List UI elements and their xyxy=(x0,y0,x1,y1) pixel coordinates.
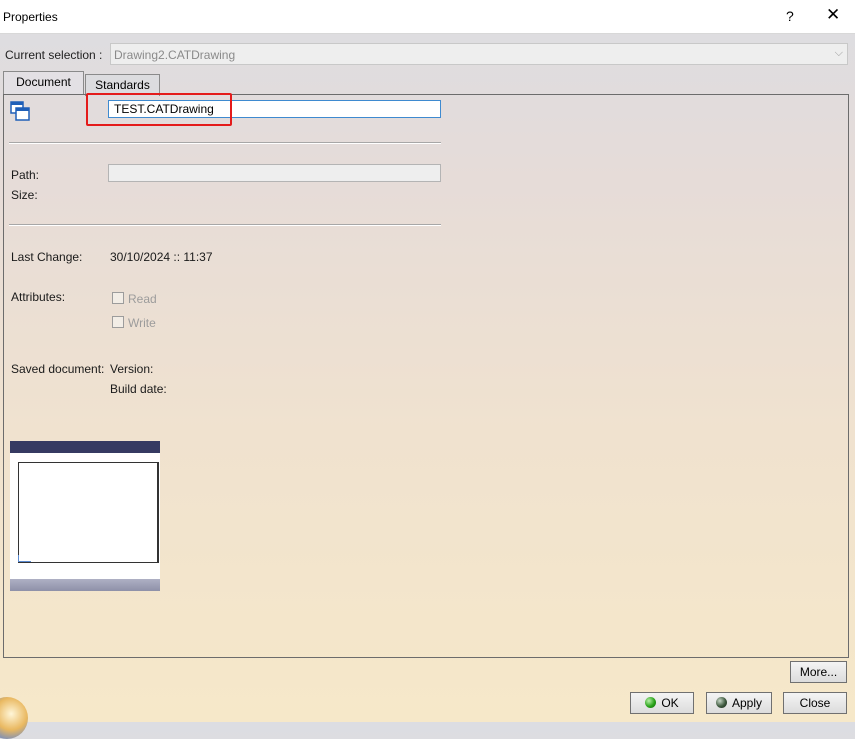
current-selection-value: Drawing2.CATDrawing xyxy=(114,48,236,62)
document-windows-icon xyxy=(10,101,30,121)
read-checkbox-label: Read xyxy=(128,292,157,306)
last-change-value: 30/10/2024 :: 11:37 xyxy=(110,250,213,264)
build-date-label: Build date: xyxy=(110,382,167,396)
chevron-down-icon[interactable]: ⌵ xyxy=(835,47,843,60)
write-checkbox-label: Write xyxy=(128,316,156,330)
version-label: Version: xyxy=(110,362,154,376)
current-selection-dropdown[interactable]: Drawing2.CATDrawing ⌵ xyxy=(110,43,848,65)
size-label: Size: xyxy=(11,188,38,202)
highlight-annotation xyxy=(86,93,232,126)
close-button[interactable]: Close xyxy=(783,692,847,714)
read-checkbox-row: Read xyxy=(112,292,157,306)
attributes-label: Attributes: xyxy=(11,290,66,304)
more-button[interactable]: More... xyxy=(790,661,847,683)
write-checkbox-row: Write xyxy=(112,316,156,330)
current-selection-label: Current selection : xyxy=(5,48,103,62)
title-bar: Properties ? ✕ xyxy=(0,0,855,34)
write-checkbox xyxy=(112,316,124,328)
help-icon[interactable]: ? xyxy=(786,8,794,24)
separator xyxy=(9,224,441,226)
apply-button-label: Apply xyxy=(731,696,763,710)
ok-icon xyxy=(645,697,657,708)
drawing-preview-thumbnail xyxy=(10,441,160,591)
read-checkbox xyxy=(112,292,124,304)
window-title: Properties xyxy=(3,10,58,24)
ok-button[interactable]: OK xyxy=(630,692,694,714)
saved-document-label: Saved document: xyxy=(11,362,105,376)
separator xyxy=(9,142,441,144)
tab-document[interactable]: Document xyxy=(3,71,84,95)
last-change-label: Last Change: xyxy=(11,250,83,264)
app-corner-logo xyxy=(0,697,28,739)
thumbnail-status-bar xyxy=(10,579,160,591)
thumbnail-sheet xyxy=(18,462,159,563)
path-label: Path: xyxy=(11,168,40,182)
thumbnail-title-bar xyxy=(10,441,160,453)
ok-button-label: OK xyxy=(661,696,679,710)
close-window-icon[interactable]: ✕ xyxy=(826,5,840,25)
apply-button[interactable]: Apply xyxy=(706,692,772,714)
apply-icon xyxy=(715,697,727,708)
thumbnail-axis-mark xyxy=(18,555,31,562)
path-field xyxy=(108,164,441,182)
